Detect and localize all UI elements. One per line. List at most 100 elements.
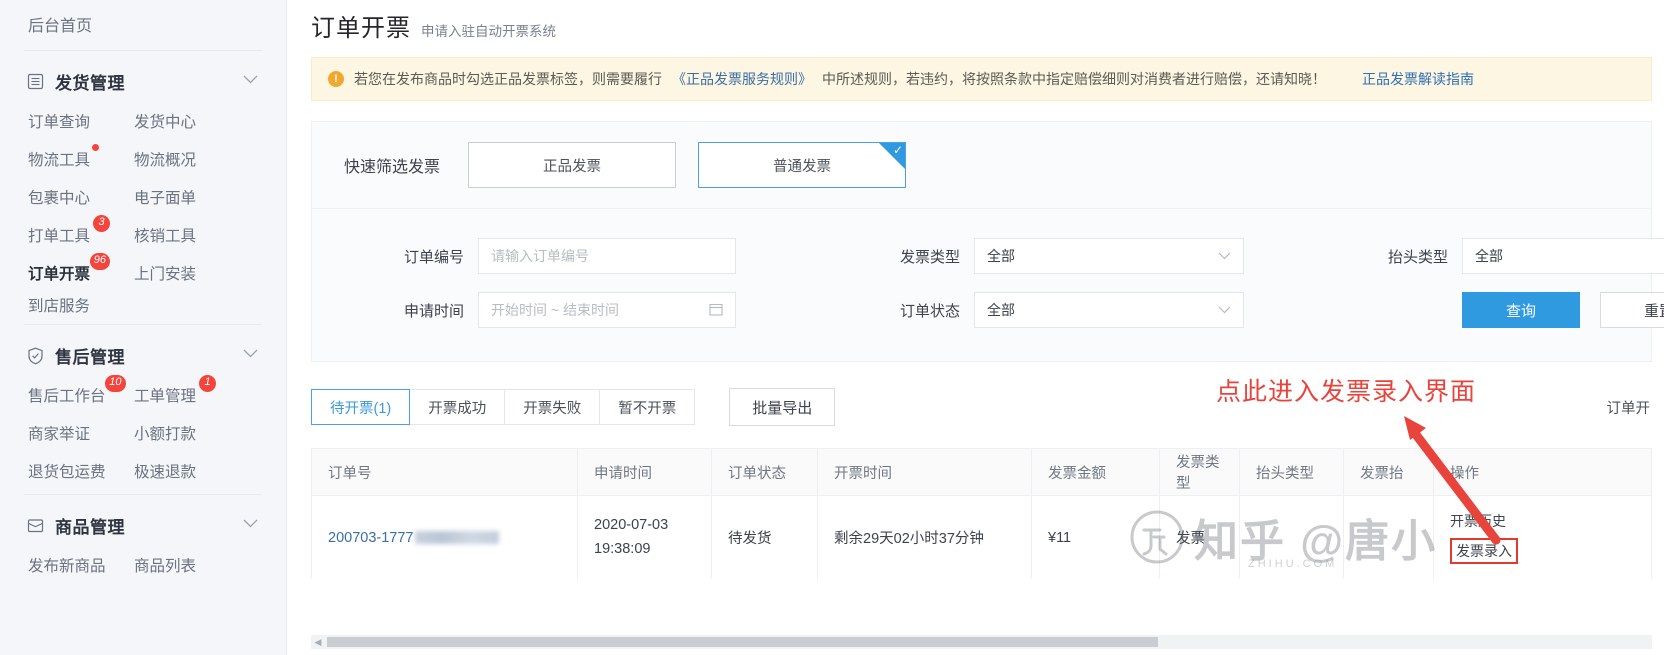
scrollbar-thumb[interactable] bbox=[327, 637, 1159, 647]
order-invoice-right-link[interactable]: 订单开 bbox=[1607, 397, 1653, 418]
op-invoice-entry[interactable]: 发票录入 bbox=[1450, 538, 1518, 564]
table-row: 200703-1777 2020-07-03 19:38:09 待发货 剩余29… bbox=[312, 495, 1651, 579]
calendar-icon bbox=[709, 302, 723, 319]
order-status-select[interactable]: 全部 bbox=[974, 292, 1244, 328]
sidebar-item-small-payment[interactable]: 小额打款 bbox=[134, 422, 196, 444]
sidebar-item-product-list[interactable]: 商品列表 bbox=[134, 554, 196, 576]
sidebar-item-label: 商家举证 bbox=[28, 426, 91, 443]
banner-rule-link[interactable]: 《正品发票服务规则》 bbox=[672, 69, 812, 89]
sidebar-group-title: 商品管理 bbox=[55, 518, 125, 537]
column-invoice-time: 开票时间 bbox=[818, 449, 1032, 495]
cell-order-no[interactable]: 200703-1777 bbox=[312, 496, 578, 579]
sidebar-item-label: 发布新商品 bbox=[28, 558, 106, 575]
apply-time-range-input[interactable]: 开始时间 ~ 结束时间 bbox=[478, 292, 736, 328]
sidebar-item-verify-tool[interactable]: 核销工具 bbox=[134, 224, 196, 246]
cell-title-type bbox=[1240, 496, 1344, 579]
annotation-text: 点此进入发票录入界面 bbox=[1216, 379, 1477, 406]
sidebar-group-header[interactable]: 发货管理 bbox=[0, 51, 286, 108]
main-content: 订单开票 申请入驻自动开票系统 ! 若您在发布商品时勾选正品发票标签，则需要履行… bbox=[287, 0, 1664, 655]
shield-icon bbox=[26, 346, 45, 365]
chevron-down-icon[interactable] bbox=[243, 515, 258, 533]
sidebar-item-logistics-overview[interactable]: 物流概况 bbox=[134, 148, 196, 170]
sidebar-group-header[interactable]: 售后管理 bbox=[0, 325, 286, 382]
sidebar-item-label: 订单开票 bbox=[28, 266, 91, 283]
sidebar-item-logistics-tool[interactable]: 物流工具 bbox=[28, 144, 100, 170]
chevron-down-icon bbox=[1218, 249, 1231, 263]
sidebar-item-ewaybill[interactable]: 电子面单 bbox=[134, 186, 196, 208]
sidebar-links: 发布新商品 商品列表 bbox=[0, 552, 286, 586]
cell-invoice-amount: ¥11 bbox=[1032, 496, 1160, 579]
cell-invoice-time: 剩余29天02小时37分钟 bbox=[818, 496, 1032, 579]
chevron-left-icon[interactable]: ◀ bbox=[311, 637, 325, 648]
horizontal-scrollbar[interactable]: ◀ bbox=[311, 635, 1652, 649]
chip-label: 普通发票 bbox=[773, 158, 831, 175]
sidebar-item-publish-product[interactable]: 发布新商品 bbox=[28, 554, 106, 576]
sidebar-item-fast-refund[interactable]: 极速退款 bbox=[134, 460, 196, 482]
sidebar-item-label: 退货包运费 bbox=[28, 464, 106, 481]
sidebar-item-label: 包裹中心 bbox=[28, 190, 91, 207]
masked-text bbox=[415, 531, 500, 544]
title-type-select[interactable]: 全部 bbox=[1462, 238, 1664, 274]
cell-apply-time: 2020-07-03 19:38:09 bbox=[578, 496, 712, 579]
sidebar-group-products: 商品管理 发布新商品 商品列表 bbox=[0, 495, 286, 588]
apply-time-label: 申请时间 bbox=[403, 302, 464, 320]
chevron-down-icon[interactable] bbox=[243, 71, 258, 89]
quick-filter-chip-genuine[interactable]: 正品发票 bbox=[468, 142, 676, 188]
page-subtitle-link[interactable]: 申请入驻自动开票系统 bbox=[421, 20, 556, 40]
tab-invoice-success[interactable]: 开票成功 bbox=[410, 389, 506, 425]
title-type-label: 抬头类型 bbox=[1387, 248, 1448, 266]
order-no-input[interactable]: 请输入订单编号 bbox=[478, 238, 736, 274]
sidebar-links: 售后工作台 10 工单管理 1 商家举证 小额打款 退货包运费 极速退款 bbox=[0, 375, 286, 492]
sidebar-item-label: 到店服务 bbox=[28, 298, 91, 315]
op-invoice-history[interactable]: 开票历史 bbox=[1450, 511, 1518, 531]
table-header-row: 订单号 申请时间 订单状态 开票时间 发票金额 发票类型 抬头类型 发票抬 操作 bbox=[312, 449, 1651, 495]
cell-order-status: 待发货 bbox=[712, 496, 818, 579]
sidebar-item-order-invoice[interactable]: 订单开票 96 bbox=[28, 253, 111, 284]
order-status-value: 全部 bbox=[987, 302, 1015, 318]
column-invoice-title: 发票抬 bbox=[1344, 449, 1434, 495]
column-order-status: 订单状态 bbox=[712, 449, 818, 495]
sidebar-group-title: 售后管理 bbox=[55, 348, 125, 367]
sidebar-item-ship-center[interactable]: 发货中心 bbox=[134, 110, 196, 132]
tab-invoice-failed[interactable]: 开票失败 bbox=[505, 389, 601, 425]
search-button[interactable]: 查询 bbox=[1462, 292, 1580, 328]
sidebar-item-store-service[interactable]: 到店服务 bbox=[0, 294, 286, 322]
sidebar-item-aftersales-desk[interactable]: 售后工作台 10 bbox=[28, 375, 126, 406]
title-type-value: 全部 bbox=[1475, 248, 1503, 264]
apply-time-placeholder: 开始时间 ~ 结束时间 bbox=[491, 302, 619, 318]
notice-banner: ! 若您在发布商品时勾选正品发票标签，则需要履行 《正品发票服务规则》 中所述规… bbox=[311, 57, 1652, 101]
list-icon bbox=[26, 72, 45, 91]
page-header: 订单开票 申请入驻自动开票系统 bbox=[311, 0, 1652, 57]
column-title-type: 抬头类型 bbox=[1240, 449, 1344, 495]
invoice-table: 订单号 申请时间 订单状态 开票时间 发票金额 发票类型 抬头类型 发票抬 操作… bbox=[311, 448, 1652, 579]
invoice-type-label: 发票类型 bbox=[899, 248, 960, 266]
chevron-down-icon[interactable] bbox=[243, 345, 258, 363]
sidebar-item-home-install[interactable]: 上门安装 bbox=[134, 262, 196, 284]
quick-filter-row: 快速筛选发票 正品发票 普通发票 ✓ bbox=[312, 122, 1651, 209]
sidebar-item-order-query[interactable]: 订单查询 bbox=[28, 110, 90, 132]
quick-filter-chip-normal[interactable]: 普通发票 ✓ bbox=[698, 142, 906, 188]
column-invoice-amount: 发票金额 bbox=[1032, 449, 1160, 495]
tab-no-invoice[interactable]: 暂不开票 bbox=[600, 389, 696, 425]
banner-guide-link[interactable]: 正品发票解读指南 bbox=[1362, 69, 1474, 89]
sidebar-item-ticket-manage[interactable]: 工单管理 1 bbox=[134, 375, 217, 406]
batch-export-button[interactable]: 批量导出 bbox=[729, 388, 836, 426]
sidebar-item-print-tool[interactable]: 打单工具 3 bbox=[28, 215, 111, 246]
box-icon bbox=[26, 516, 45, 535]
sidebar-item-home[interactable]: 后台首页 bbox=[0, 0, 286, 50]
cell-invoice-type: 发票 bbox=[1160, 496, 1240, 579]
order-no-label: 订单编号 bbox=[403, 248, 464, 266]
sidebar-item-label: 订单查询 bbox=[28, 114, 91, 131]
tab-pending-invoice[interactable]: 待开票(1) bbox=[311, 389, 411, 425]
apply-date: 2020-07-03 bbox=[594, 516, 669, 533]
invoice-type-select[interactable]: 全部 bbox=[974, 238, 1244, 274]
sidebar-item-package-center[interactable]: 包裹中心 bbox=[28, 186, 90, 208]
order-no-link: 200703-1777 bbox=[328, 529, 414, 546]
badge-count: 3 bbox=[93, 215, 111, 232]
badge-count: 96 bbox=[89, 253, 111, 270]
reset-button[interactable]: 重置 bbox=[1600, 292, 1664, 328]
sidebar-item-return-freight[interactable]: 退货包运费 bbox=[28, 460, 106, 482]
sidebar-item-merchant-evidence[interactable]: 商家举证 bbox=[28, 422, 90, 444]
sidebar-group-header[interactable]: 商品管理 bbox=[0, 495, 286, 552]
cell-invoice-title bbox=[1344, 496, 1434, 579]
